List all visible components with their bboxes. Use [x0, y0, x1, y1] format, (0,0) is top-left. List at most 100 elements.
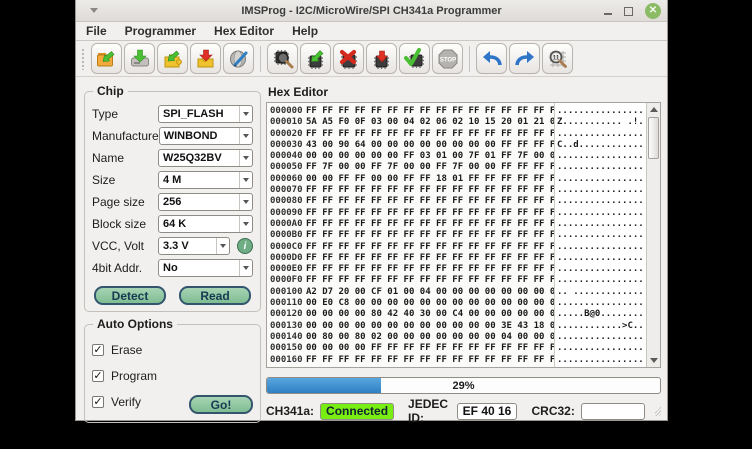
hex-row[interactable]: 0000C0FF FF FF FF FF FF FF FF FF FF FF F…: [270, 242, 554, 253]
toolbar-drag-handle[interactable]: [81, 48, 86, 70]
verify-chip-button[interactable]: [399, 43, 430, 74]
manufacture-select[interactable]: WINBOND: [159, 127, 253, 145]
ascii-row[interactable]: ................: [557, 275, 646, 286]
auto-options-group: Auto Options ✓ Erase ✓ Program ✓ Verify …: [84, 324, 261, 423]
ascii-row[interactable]: ................: [557, 151, 646, 162]
scroll-down-icon[interactable]: [647, 354, 661, 367]
write-chip-button[interactable]: [366, 43, 397, 74]
detect-button[interactable]: Detect: [94, 286, 166, 305]
hex-row[interactable]: 000070FF FF FF FF FF FF FF FF FF FF FF F…: [270, 185, 554, 196]
hex-row[interactable]: 000100A2 D7 20 00 CF 01 00 04 00 00 00 0…: [270, 287, 554, 298]
ascii-row[interactable]: ................: [557, 129, 646, 140]
ascii-row[interactable]: ................: [557, 332, 646, 343]
addr4bit-select[interactable]: No: [158, 259, 253, 277]
hex-row[interactable]: 0000105A A5 F0 0F 03 00 04 02 06 02 10 1…: [270, 117, 554, 128]
hex-row[interactable]: 000050FF 7F 00 00 FF 7F 00 00 FF 7F 00 0…: [270, 162, 554, 173]
hex-row[interactable]: 0000A0FF FF FF FF FF FF FF FF FF FF FF F…: [270, 219, 554, 230]
hex-row[interactable]: 00006000 00 FF FF 00 00 FF FF 18 01 FF F…: [270, 174, 554, 185]
hex-row[interactable]: 000160FF FF FF FF FF FF FF FF FF FF FF F…: [270, 355, 554, 366]
open-part-button[interactable]: [157, 43, 188, 74]
hex-row[interactable]: 0000F0FF FF FF FF FF FF FF FF FF FF FF F…: [270, 275, 554, 286]
ascii-row[interactable]: ................: [557, 219, 646, 230]
scrollbar-track[interactable]: [647, 116, 661, 354]
detect-chip-button[interactable]: [267, 43, 298, 74]
ascii-row[interactable]: Z........... .!.: [557, 117, 646, 128]
name-select[interactable]: W25Q32BV: [158, 149, 253, 167]
ascii-row[interactable]: ................: [557, 230, 646, 241]
read-button[interactable]: Read: [179, 286, 251, 305]
ascii-row[interactable]: ............>C..: [557, 321, 646, 332]
window-menu-caret-icon[interactable]: [90, 8, 98, 13]
edit-buffer-button[interactable]: [223, 43, 254, 74]
hex-row[interactable]: 00011000 E0 C8 00 00 00 00 00 00 00 00 0…: [270, 298, 554, 309]
hex-row[interactable]: 000080FF FF FF FF FF FF FF FF FF FF FF F…: [270, 196, 554, 207]
chevron-down-icon: [239, 128, 252, 144]
erase-chip-button[interactable]: [333, 43, 364, 74]
type-select[interactable]: SPI_FLASH: [158, 105, 253, 123]
read-chip-button[interactable]: [300, 43, 331, 74]
ascii-row[interactable]: ................: [557, 343, 646, 354]
redo-button[interactable]: [509, 43, 540, 74]
vcc-info-icon[interactable]: i: [237, 238, 253, 254]
find-hex-button[interactable]: 11: [542, 43, 573, 74]
hex-row[interactable]: 00013000 00 00 00 00 00 00 00 00 00 00 0…: [270, 321, 554, 332]
open-file-button[interactable]: [91, 43, 122, 74]
hex-row[interactable]: 00014000 80 00 80 02 00 00 00 00 00 00 0…: [270, 332, 554, 343]
minimize-button[interactable]: [604, 8, 612, 15]
ascii-row[interactable]: ................: [557, 185, 646, 196]
stop-button[interactable]: STOP: [432, 43, 463, 74]
hex-row[interactable]: 00012000 00 00 00 80 42 40 30 00 C4 00 0…: [270, 309, 554, 320]
menu-help[interactable]: Help: [292, 24, 318, 38]
ascii-rows[interactable]: ................Z........... .!.........…: [554, 103, 646, 367]
program-checkbox[interactable]: ✓: [92, 370, 104, 382]
hex-row[interactable]: 000090FF FF FF FF FF FF FF FF FF FF FF F…: [270, 208, 554, 219]
hex-rows[interactable]: 000000FF FF FF FF FF FF FF FF FF FF FF F…: [267, 103, 554, 367]
title-bar[interactable]: IMSProg - I2C/MicroWire/SPI CH341a Progr…: [76, 0, 667, 22]
block-size-select[interactable]: 64 K: [158, 215, 253, 233]
ascii-row[interactable]: ................: [557, 196, 646, 207]
erase-checkbox[interactable]: ✓: [92, 344, 104, 356]
scroll-up-icon[interactable]: [647, 103, 661, 116]
maximize-button[interactable]: [624, 7, 633, 16]
hex-row[interactable]: 0000B0FF FF FF FF FF FF FF FF FF FF FF F…: [270, 230, 554, 241]
save-part-button[interactable]: [190, 43, 221, 74]
size-select[interactable]: 4 M: [158, 171, 253, 189]
ascii-row[interactable]: ................: [557, 242, 646, 253]
ascii-row[interactable]: .....B@0........: [557, 309, 646, 320]
resize-grip-icon[interactable]: [655, 407, 661, 416]
vcc-select[interactable]: 3.3 V: [158, 237, 230, 255]
scrollbar-thumb[interactable]: [648, 117, 659, 159]
ascii-row[interactable]: C..d............: [557, 140, 646, 151]
menu-file[interactable]: File: [86, 24, 107, 38]
hex-row[interactable]: 00015000 00 00 00 FF FF FF FF FF FF FF F…: [270, 343, 554, 354]
undo-button[interactable]: [476, 43, 507, 74]
menu-programmer[interactable]: Programmer: [125, 24, 196, 38]
go-button[interactable]: Go!: [189, 395, 253, 414]
block-size-value: 64 K: [163, 218, 186, 230]
hex-row[interactable]: 000000FF FF FF FF FF FF FF FF FF FF FF F…: [270, 106, 554, 117]
save-file-button[interactable]: [124, 43, 155, 74]
ascii-row[interactable]: .. .............: [557, 287, 646, 298]
jedec-id-label: JEDEC ID:: [408, 397, 451, 425]
hex-row[interactable]: 000020FF FF FF FF FF FF FF FF FF FF FF F…: [270, 129, 554, 140]
crc32-field[interactable]: [581, 403, 645, 420]
hex-row[interactable]: 0000D0FF FF FF FF FF FF FF FF FF FF FF F…: [270, 253, 554, 264]
hex-row[interactable]: 0000E0FF FF FF FF FF FF FF FF FF FF FF F…: [270, 264, 554, 275]
ascii-row[interactable]: ................: [557, 253, 646, 264]
ascii-row[interactable]: ................: [557, 355, 646, 366]
ascii-row[interactable]: ................: [557, 264, 646, 275]
page-size-select[interactable]: 256: [158, 193, 253, 211]
jedec-id-field[interactable]: EF 40 16: [457, 403, 518, 420]
menu-hex-editor[interactable]: Hex Editor: [214, 24, 274, 38]
hex-scrollbar[interactable]: [646, 103, 660, 367]
toolbar-separator: [260, 46, 261, 72]
ascii-row[interactable]: ................: [557, 174, 646, 185]
hex-row[interactable]: 00003043 00 90 64 00 00 00 00 00 00 00 0…: [270, 140, 554, 151]
hex-row[interactable]: 00004000 00 00 00 00 00 FF 03 01 00 7F 0…: [270, 151, 554, 162]
edit-buffer-icon: [227, 47, 251, 71]
close-button[interactable]: ✕: [645, 3, 661, 19]
ascii-row[interactable]: ................: [557, 162, 646, 173]
ascii-row[interactable]: ................: [557, 298, 646, 309]
ascii-row[interactable]: ................: [557, 106, 646, 117]
ascii-row[interactable]: ................: [557, 208, 646, 219]
